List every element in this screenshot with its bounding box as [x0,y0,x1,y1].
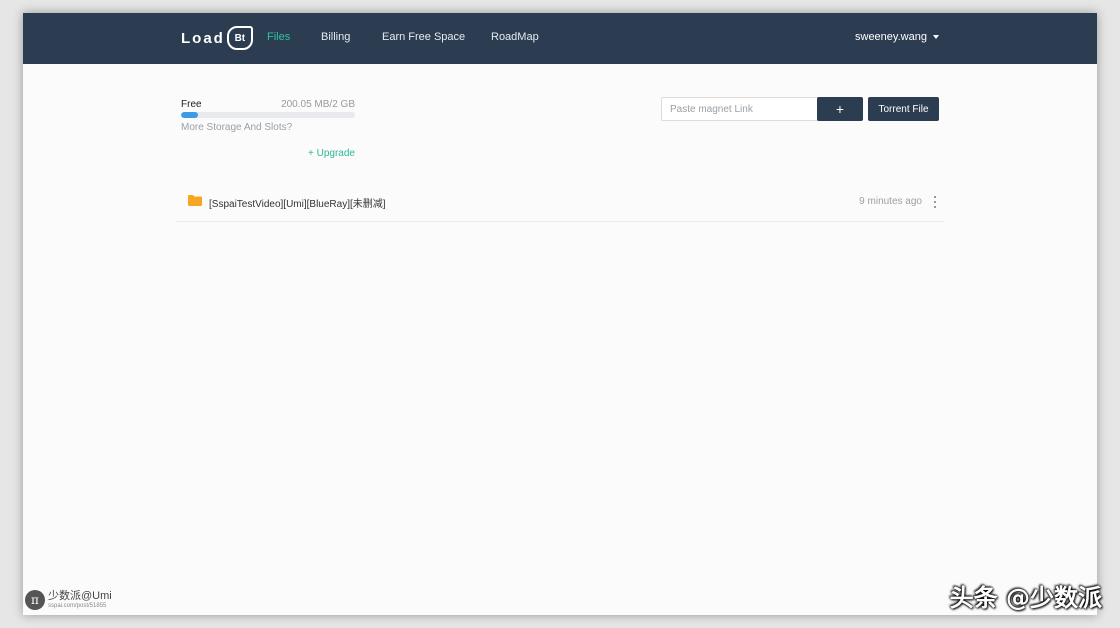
storage-progress-fill [181,112,199,118]
app-window: Load Bt Files Billing Earn Free Space Ro… [23,13,1097,615]
upgrade-link[interactable]: + Upgrade [293,148,355,159]
user-menu[interactable]: sweeney.wang [855,31,939,43]
nav-billing[interactable]: Billing [321,31,350,43]
storage-progress-bar [181,112,355,118]
file-row[interactable]: [SspaiTestVideo][Umi][BlueRay][未删减] 9 mi… [176,183,944,222]
add-magnet-button[interactable]: + [817,97,863,121]
nav-earn-free-space[interactable]: Earn Free Space [382,31,465,43]
menu-dot [934,201,936,203]
file-time: 9 minutes ago [859,196,922,207]
folder-icon [188,195,202,206]
watermark-left: π 少数派@Umi sspai.com/post/51855 [25,590,112,610]
plan-label: Free [181,99,202,110]
watermark-text: 少数派@Umi sspai.com/post/51855 [48,590,112,610]
watermark-title: 少数派@Umi [48,590,112,602]
more-storage-link[interactable]: More Storage And Slots? [181,122,292,133]
menu-dot [934,206,936,208]
menu-dot [934,196,936,198]
magnet-link-input[interactable] [661,97,827,121]
logo-badge: Bt [226,26,253,50]
pi-logo-icon: π [25,590,45,610]
nav-files[interactable]: Files [267,31,290,43]
file-name: [SspaiTestVideo][Umi][BlueRay][未删减] [209,199,386,210]
nav-roadmap[interactable]: RoadMap [491,31,539,43]
logo-text: Load [181,29,225,47]
caret-down-icon [932,35,939,39]
username: sweeney.wang [855,31,927,43]
storage-usage: 200.05 MB/2 GB [281,99,355,110]
more-vertical-icon[interactable] [933,196,937,208]
logo[interactable]: Load Bt [181,26,253,50]
torrent-file-button[interactable]: Torrent File [868,97,939,121]
watermark-right: 头条 @少数派 [949,584,1102,612]
top-navbar: Load Bt Files Billing Earn Free Space Ro… [23,13,1097,64]
watermark-url: sspai.com/post/51855 [48,603,107,609]
